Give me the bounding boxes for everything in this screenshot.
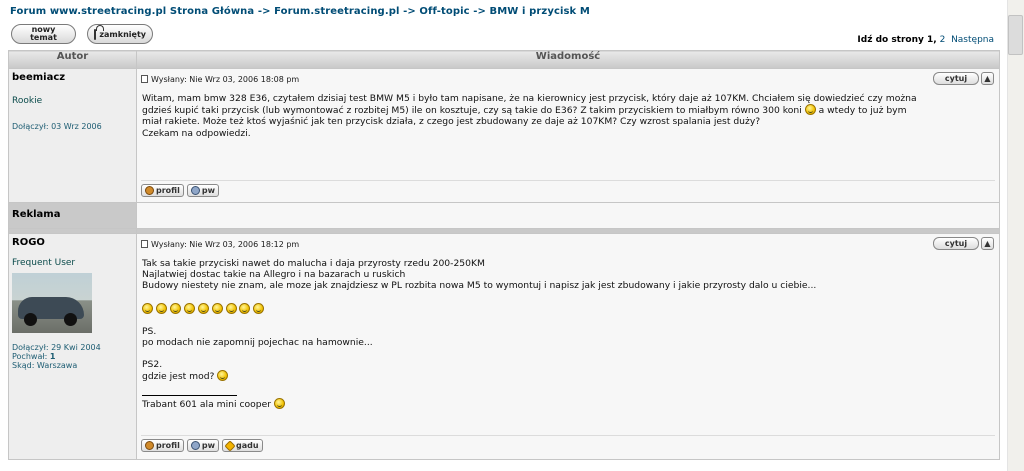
message-line: PS.	[142, 325, 157, 337]
smiley-icon	[155, 302, 167, 314]
praise-label: Pochwał:	[12, 352, 48, 361]
top-arrow-icon[interactable]: ▲	[981, 72, 994, 85]
smiley-icon	[211, 302, 223, 314]
post-row: ROGO Frequent User Dołączył: 29 Kwi 2004…	[8, 233, 1000, 460]
message-line: Czekam na odpowiedzi.	[142, 127, 251, 139]
message-line: Tak sa takie przyciski nawet do malucha …	[142, 258, 485, 269]
smiley-icon	[142, 302, 153, 314]
ad-row: Reklama	[8, 202, 1000, 229]
smiley-icon	[169, 302, 181, 314]
pm-label: pw	[201, 441, 215, 450]
author-joined: Dołączył: 03 Wrz 2006	[12, 122, 102, 131]
author-name[interactable]: beemiacz	[12, 72, 133, 83]
praise-count: 1	[49, 352, 56, 361]
gadu-icon	[224, 439, 236, 452]
message-line: po modach nie zapomnij pojechac na hamow…	[142, 337, 373, 349]
message-line: gdzieś kupić taki przycisk (lub wymontow…	[142, 105, 802, 117]
topic-table: Autor Wiadomość beemiacz Rookie Dołączył…	[8, 50, 1000, 460]
post-date: Wysłany: Nie Wrz 03, 2006 18:12 pm	[151, 239, 300, 249]
message-line: miał rakiete. Może też ktoś wyjaśnić jak…	[142, 116, 761, 128]
post-date: Wysłany: Nie Wrz 03, 2006 18:08 pm	[151, 74, 300, 84]
post-icon	[141, 240, 148, 248]
signature-text: Trabant 601 ala mini cooper	[142, 398, 272, 410]
avatar	[12, 273, 92, 333]
post-message: Witam, mam bmw 328 E36, czytałem dzisiaj…	[141, 89, 995, 180]
smiley-icon	[804, 104, 816, 116]
locked-button[interactable]: zamknięty	[87, 24, 153, 44]
author-location: Skąd: Warszawa	[12, 361, 78, 370]
quote-label: cytuj	[944, 74, 968, 83]
lock-icon	[94, 24, 106, 40]
quote-label: cytuj	[944, 239, 968, 248]
quote-button[interactable]: cytuj	[933, 237, 979, 250]
scrollbar[interactable]	[1007, 0, 1024, 471]
post-body-cell: Wysłany: Nie Wrz 03, 2006 18:08 pm cytuj…	[136, 68, 1000, 203]
post-header: Wysłany: Nie Wrz 03, 2006 18:08 pm cytuj…	[141, 69, 995, 89]
ad-label: Reklama	[8, 202, 137, 229]
post-author-cell: beemiacz Rookie Dołączył: 03 Wrz 2006	[8, 68, 137, 203]
message-line: Witam, mam bmw 328 E36, czytałem dzisiaj…	[142, 93, 917, 104]
message-line: PS2.	[142, 359, 163, 371]
smiley-row	[142, 302, 995, 315]
gadu-button[interactable]: gadu	[221, 439, 263, 452]
quote-button[interactable]: cytuj	[933, 72, 979, 85]
smiley-icon	[253, 302, 265, 314]
smiley-icon	[239, 302, 251, 314]
pm-button[interactable]: pw	[186, 439, 219, 452]
author-joined: Dołączył: 29 Kwi 2004	[12, 343, 101, 352]
author-praise: Pochwał: 1	[12, 352, 133, 361]
pm-icon	[190, 441, 200, 450]
message-line: a wtedy to już bym	[818, 105, 907, 117]
author-rank: Rookie	[12, 96, 43, 106]
locked-label: zamknięty	[99, 29, 146, 39]
smiley-icon	[217, 370, 229, 382]
pm-button[interactable]: pw	[186, 184, 219, 197]
profile-icon	[145, 441, 154, 450]
profile-label: profil	[156, 186, 180, 195]
column-header-author: Autor	[8, 50, 137, 69]
message-line: gdzie jest mod?	[142, 371, 215, 383]
ad-content	[136, 202, 1000, 229]
post-header: Wysłany: Nie Wrz 03, 2006 18:12 pm cytuj…	[141, 234, 995, 254]
post-icon	[141, 75, 148, 83]
pm-label: pw	[201, 186, 215, 195]
post-message: Tak sa takie przyciski nawet do malucha …	[141, 254, 995, 435]
signature: Trabant 601 ala mini cooper	[142, 397, 995, 410]
scrollbar-thumb[interactable]	[1008, 15, 1023, 55]
smiley-icon	[273, 397, 285, 409]
post-actions: profil pw	[141, 180, 995, 200]
profile-button[interactable]: profil	[141, 184, 184, 197]
pager-next[interactable]: Następna	[951, 35, 994, 45]
post-actions: profil pw gadu	[141, 435, 995, 455]
smiley-icon	[225, 302, 237, 314]
pager-separator: ,	[933, 35, 937, 45]
message-line: Budowy niestety nie znam, ale moze jak z…	[142, 280, 817, 292]
profile-button[interactable]: profil	[141, 439, 184, 452]
author-name[interactable]: ROGO	[12, 237, 133, 248]
gadu-label: gadu	[235, 441, 259, 450]
pager-prefix: Idź do strony	[857, 35, 924, 45]
profile-icon	[145, 186, 154, 195]
author-rank: Frequent User	[12, 258, 76, 268]
top-arrow-icon[interactable]: ▲	[981, 237, 994, 250]
column-header-message: Wiadomość	[136, 50, 1000, 69]
profile-label: profil	[156, 441, 180, 450]
pager-page-2[interactable]: 2	[940, 35, 946, 45]
pagination: Idź do strony 1, 2 Następna	[857, 35, 994, 45]
post-body-cell: Wysłany: Nie Wrz 03, 2006 18:12 pm cytuj…	[136, 233, 1000, 460]
smiley-icon	[183, 302, 195, 314]
post-row: beemiacz Rookie Dołączył: 03 Wrz 2006 Wy…	[8, 68, 1000, 203]
smiley-icon	[197, 302, 209, 314]
post-author-cell: ROGO Frequent User Dołączył: 29 Kwi 2004…	[8, 233, 137, 460]
new-topic-label-2: temat	[30, 33, 57, 42]
message-line: Najlatwiej dostac takie na Allegro i na …	[142, 269, 406, 281]
pm-icon	[190, 186, 200, 195]
new-topic-button[interactable]: nowy temat	[11, 24, 76, 44]
breadcrumb[interactable]: Forum www.streetracing.pl Strona Główna …	[10, 6, 590, 17]
